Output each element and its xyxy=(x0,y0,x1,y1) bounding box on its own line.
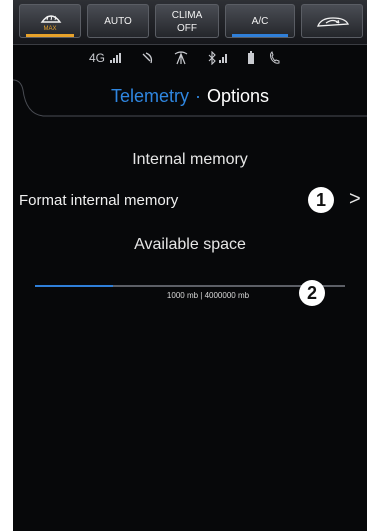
tab-options[interactable]: Options xyxy=(207,86,269,106)
chevron-right-icon: > xyxy=(349,188,361,210)
storage-space-text: 1000 mb | 4000000 mb xyxy=(166,291,250,300)
defrost-front-icon xyxy=(40,15,62,23)
tab-separator: · xyxy=(194,86,201,106)
antenna-icon xyxy=(174,51,188,65)
bluetooth-signal-icon xyxy=(208,51,227,65)
signal-bars-icon xyxy=(110,53,121,63)
max-defrost-button[interactable]: MAX xyxy=(19,4,81,38)
auto-button[interactable]: AUTO xyxy=(87,4,149,38)
format-memory-label: Format internal memory xyxy=(19,192,179,209)
internal-memory-title: Internal memory xyxy=(132,151,248,168)
header-tabs: Telemetry · Options xyxy=(13,86,367,107)
infotainment-screen: MAX AUTO CLIMA OFF A/C 4G Telemetry · Op… xyxy=(13,0,367,531)
phone-icon xyxy=(270,51,280,64)
clima-off-button[interactable]: CLIMA OFF xyxy=(155,4,219,38)
format-memory-row[interactable]: Format internal memory 1 > xyxy=(13,186,367,216)
status-bar: 4G xyxy=(13,49,367,67)
page-header: Telemetry · Options xyxy=(13,76,367,120)
recirculation-button[interactable] xyxy=(301,4,363,38)
available-space-title: Available space xyxy=(134,236,246,253)
satellite-icon xyxy=(142,52,153,64)
max-label: MAX xyxy=(43,26,57,32)
ac-button[interactable]: A/C xyxy=(225,4,295,38)
ac-label: A/C xyxy=(251,16,269,27)
tab-telemetry[interactable]: Telemetry xyxy=(111,86,189,106)
auto-label: AUTO xyxy=(104,16,132,27)
callout-2: 2 xyxy=(299,280,325,306)
ac-indicator xyxy=(232,34,288,37)
network-label: 4G xyxy=(89,51,106,65)
storage-bar xyxy=(35,285,345,287)
callout-1: 1 xyxy=(308,187,334,213)
storage-used-fill xyxy=(35,285,113,287)
climate-bar: MAX AUTO CLIMA OFF A/C xyxy=(13,0,367,45)
air-recirculation-icon xyxy=(317,17,350,27)
clima-off-label: CLIMA OFF xyxy=(171,10,203,34)
max-indicator xyxy=(26,34,74,37)
battery-icon xyxy=(248,51,254,64)
